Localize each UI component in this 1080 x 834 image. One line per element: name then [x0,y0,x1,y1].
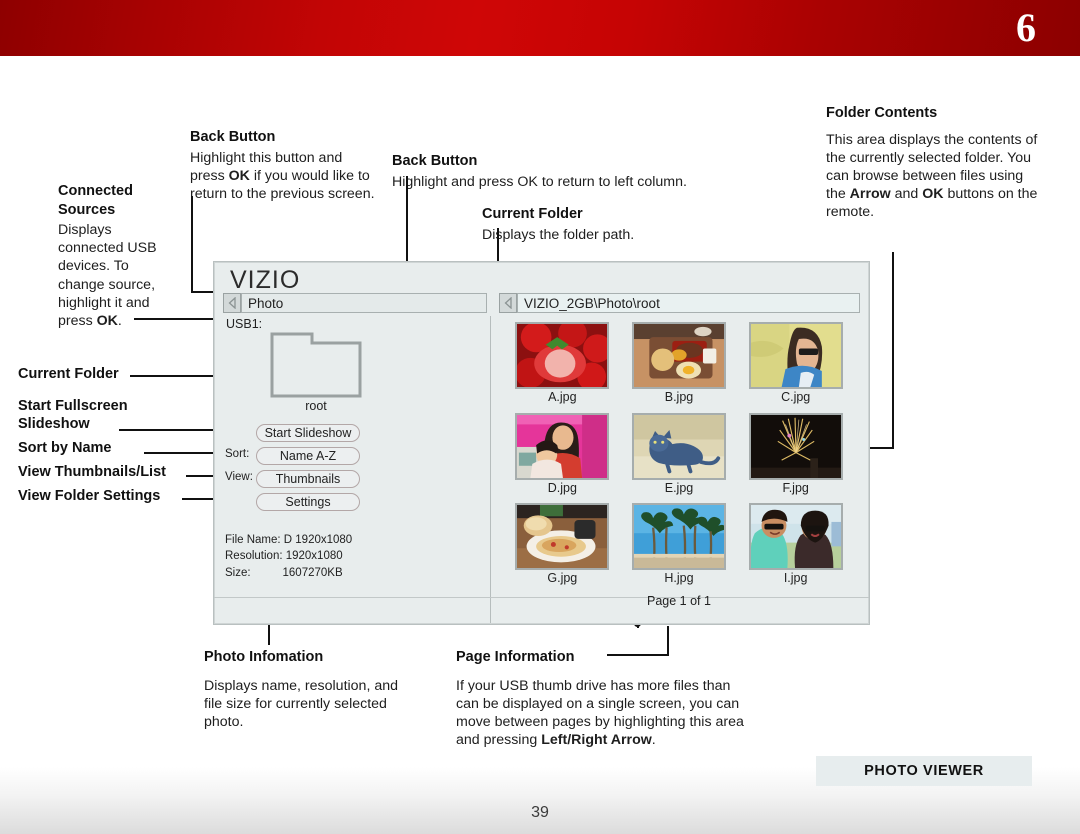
start-slideshow-button[interactable]: Start Slideshow [256,424,360,442]
thumbnail-caption: E.jpg [664,480,694,495]
section-badge: PHOTO VIEWER [816,756,1032,786]
annotation-body: Displays name, resolution, and file size… [204,677,398,730]
photo-tab-field[interactable]: Photo [241,293,487,313]
thumbnail-item[interactable]: B.jpg [621,322,738,404]
leader-line-page-information-v [667,626,669,655]
thumbnail-item[interactable]: F.jpg [737,412,854,495]
annotation-photo-information: Photo Infomation Displays name, resoluti… [204,648,404,731]
view-value-button[interactable]: Thumbnails [256,470,360,488]
view-prefix-label: View: [225,471,253,483]
thumbnail-item[interactable]: G.jpg [504,503,621,585]
back-arrow-icon-secondary[interactable] [499,293,517,313]
annotation-current-folder-top: Current Folder Displays the folder path. [482,205,762,244]
thumbnail-caption: F.jpg [782,480,809,495]
annotation-body: Highlight this button and press OK if yo… [190,149,380,204]
thumbnail-caption: H.jpg [664,571,694,585]
thumbnail-image-pasta-plate[interactable] [515,503,610,570]
annotation-body: This area displays the contents of the c… [826,131,1038,222]
file-resolution-row: Resolution: 1920x1080 [225,550,343,563]
annotation-body-part: and [890,186,923,203]
leader-line-folder-contents [892,252,894,448]
annotation-title: Photo Infomation [204,649,324,665]
page-indicator[interactable]: Page 1 of 1 [504,594,854,608]
thumbnail-caption: G.jpg [547,571,578,585]
annotation-body: If your USB thumb drive has more files t… [456,677,756,750]
file-information-panel: File Name: D 1920x1080 Resolution: 1920x… [225,532,475,581]
thumbnail-item[interactable]: E.jpg [621,412,738,495]
annotation-title: Back Button [190,129,276,145]
label-view-thumbnails-list: View Thumbnails/List [18,464,166,480]
column-divider [490,316,491,623]
thumbnail-item[interactable]: H.jpg [621,503,738,585]
annotation-body-bold: OK [922,186,944,203]
thumbnail-image-fireworks[interactable] [748,412,843,480]
annotation-body: Highlight and press OK to return to left… [392,173,687,190]
folder-item-name: root [305,399,327,413]
screen-top-bar: Photo VIZIO_2GB\Photo\root [223,293,860,313]
thumbnail-caption: A.jpg [548,390,577,404]
settings-button[interactable]: Settings [256,493,360,511]
thumbnail-caption: D.jpg [547,480,577,495]
page-number: 39 [531,804,549,821]
tv-photo-viewer-screen: VIZIO Photo VIZIO_2GB\Photo\root USB1: r… [213,261,870,625]
thumbnail-item[interactable]: I.jpg [737,503,854,585]
label-view-folder-settings: View Folder Settings [18,488,161,504]
thumbnail-image-cat[interactable] [631,412,726,480]
annotation-body-bold: Left/Right Arrow [541,732,652,749]
thumbnail-image-two-girls[interactable] [515,412,610,480]
annotation-title: Folder Contents [826,105,938,121]
sort-prefix-label: Sort: [225,448,250,460]
chapter-number: 6 [1016,5,1036,50]
annotation-back-button-center: Back Button Highlight and press OK to re… [392,152,772,191]
thumbnail-image-woman-sunglasses[interactable] [748,322,843,389]
annotation-title: Back Button [392,153,478,169]
annotation-title: Page Information [456,649,575,665]
annotation-page-information: Page Information If your USB thumb drive… [456,648,756,749]
sort-value-button[interactable]: Name A-Z [256,447,360,465]
thumbnail-caption: C.jpg [781,390,811,404]
folder-icon[interactable] [270,332,362,398]
thumbnail-image-palm-trees[interactable] [631,503,726,570]
vizio-logo: VIZIO [230,266,301,294]
annotation-body: Displays connected USB devices. To chang… [58,221,178,330]
leader-line-sort [144,452,220,454]
file-name-row: File Name: D 1920x1080 [225,534,353,546]
annotation-title: Connected Sources [58,183,133,218]
file-size-row: Size: 1607270KB [225,566,343,579]
leader-line-back-button-left [191,196,193,292]
leader-line-connected-sources [134,318,218,320]
annotation-body-part: . [651,732,656,749]
thumbnail-grid: A.jpg B.jpg C.jpg D.jpg E.jpg F.jpg G.jp… [504,322,854,585]
annotation-body-bold: OK [228,167,250,184]
usb-source-label: USB1: [226,317,263,331]
annotation-body-bold: OK [96,312,118,329]
annotation-back-button-left: Back Button Highlight this button and pr… [190,128,380,203]
thumbnail-caption: I.jpg [783,571,808,585]
manual-page: 6 Connected Sources Displays connected U… [0,0,1080,834]
label-current-folder: Current Folder [18,366,119,382]
label-sort-by-name: Sort by Name [18,440,112,456]
back-arrow-icon[interactable] [223,293,241,313]
thumbnail-caption: B.jpg [664,390,694,404]
annotation-title: Current Folder [482,206,583,222]
thumbnail-image-couple-selfie[interactable] [748,503,843,570]
thumbnail-item[interactable]: D.jpg [504,412,621,495]
annotation-folder-contents: Folder Contents This area displays the c… [826,104,1038,221]
thumbnail-item[interactable]: C.jpg [737,322,854,404]
annotation-body-part: . [117,312,122,329]
chapter-header-band: 6 [0,0,1080,56]
thumbnail-image-strawberries[interactable] [515,322,610,389]
annotation-body: Displays the folder path. [482,226,635,243]
annotation-body-bold: Arrow [849,186,891,203]
photo-tab-label: Photo [248,295,284,311]
folder-path-text: VIZIO_2GB\Photo\root [524,295,660,311]
folder-path-field[interactable]: VIZIO_2GB\Photo\root [517,293,860,313]
annotation-connected-sources: Connected Sources Displays connected USB… [58,182,178,330]
leader-line-page-information-h [607,654,669,656]
thumbnail-image-meal-tray[interactable] [631,322,726,389]
thumbnail-item[interactable]: A.jpg [504,322,621,404]
